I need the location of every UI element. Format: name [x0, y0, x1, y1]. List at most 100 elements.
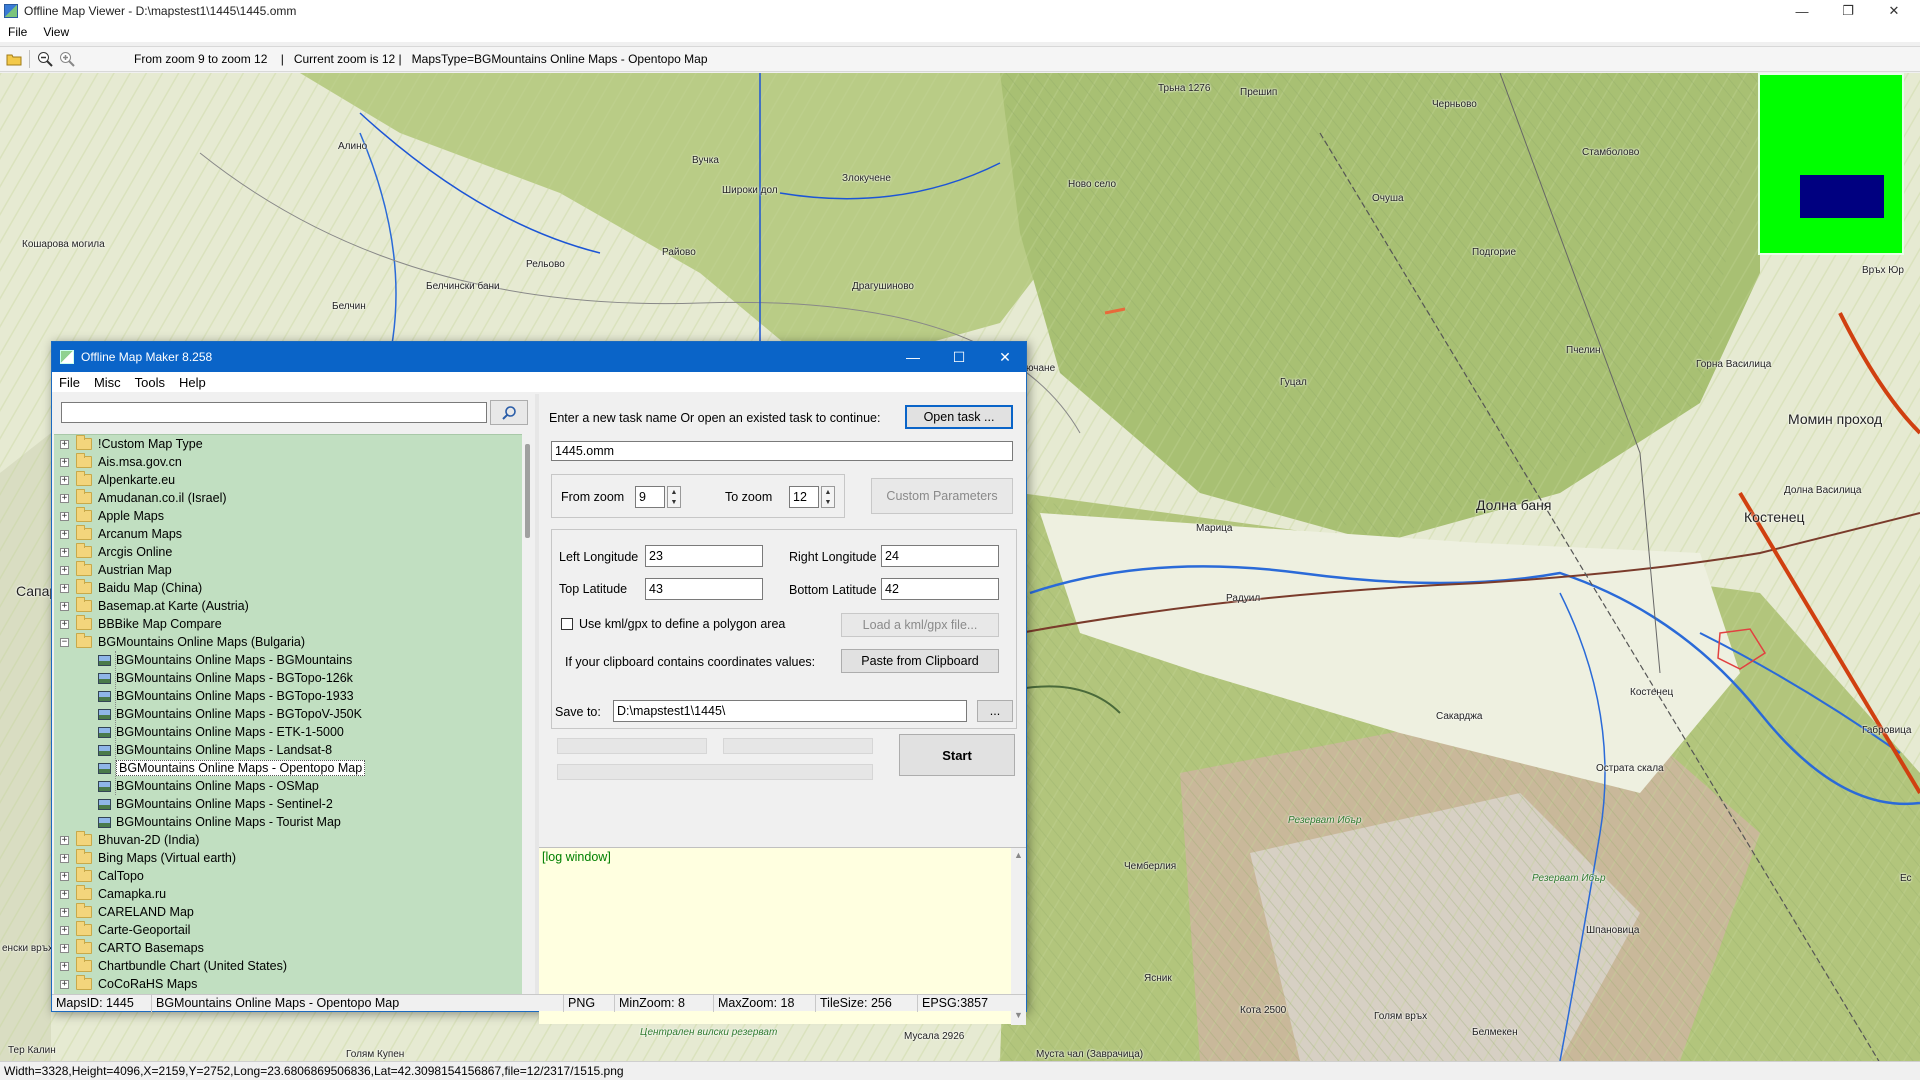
- tree-item-label: BGMountains Online Maps - Tourist Map: [116, 815, 341, 829]
- overview-viewport-rect[interactable]: [1800, 175, 1884, 218]
- tree-item[interactable]: + Ais.msa.gov.cn: [54, 453, 522, 471]
- expand-icon[interactable]: +: [60, 943, 69, 953]
- to-zoom-spinner[interactable]: ▲ ▼: [821, 486, 835, 508]
- kml-polygon-checkbox[interactable]: [561, 618, 573, 630]
- tree-item[interactable]: + CARELAND Map: [54, 903, 522, 921]
- expand-icon[interactable]: +: [60, 907, 69, 917]
- menu-view[interactable]: View: [35, 25, 77, 39]
- start-button[interactable]: Start: [899, 734, 1015, 776]
- expand-icon[interactable]: +: [60, 853, 69, 863]
- browse-button[interactable]: ...: [977, 700, 1013, 722]
- tree-item[interactable]: + BBBike Map Compare: [54, 615, 522, 633]
- tree-child-item[interactable]: BGMountains Online Maps - ETK-1-5000: [54, 723, 522, 741]
- expand-icon[interactable]: +: [60, 529, 69, 539]
- tree-item[interactable]: + Baidu Map (China): [54, 579, 522, 597]
- tree-item[interactable]: + CalTopo: [54, 867, 522, 885]
- tree-item[interactable]: + Arcanum Maps: [54, 525, 522, 543]
- spin-down-icon[interactable]: ▼: [822, 497, 834, 507]
- expand-icon[interactable]: +: [60, 871, 69, 881]
- dialog-menu-misc[interactable]: Misc: [87, 375, 128, 390]
- dialog-menu-help[interactable]: Help: [172, 375, 213, 390]
- tree-child-item-selected[interactable]: BGMountains Online Maps - Opentopo Map: [54, 759, 522, 777]
- tree-child-item[interactable]: BGMountains Online Maps - BGMountains: [54, 651, 522, 669]
- tree-item[interactable]: + Bing Maps (Virtual earth): [54, 849, 522, 867]
- scroll-up-icon[interactable]: ▲: [1014, 850, 1023, 860]
- bottom-latitude-input[interactable]: 42: [881, 578, 999, 600]
- map-icon: [98, 690, 111, 702]
- from-zoom-input[interactable]: 9: [635, 486, 665, 508]
- dialog-minimize-icon[interactable]: —: [890, 342, 936, 372]
- dialog-maximize-icon[interactable]: ☐: [936, 342, 982, 372]
- collapse-icon[interactable]: −: [60, 637, 69, 647]
- expand-icon[interactable]: +: [60, 511, 69, 521]
- from-zoom-spinner[interactable]: ▲ ▼: [667, 486, 681, 508]
- save-to-input[interactable]: D:\mapstest1\1445\: [613, 700, 967, 722]
- expand-icon[interactable]: +: [60, 583, 69, 593]
- menu-file[interactable]: File: [0, 25, 35, 39]
- tree-item[interactable]: + Camapka.ru: [54, 885, 522, 903]
- search-button[interactable]: [490, 400, 528, 425]
- spin-down-icon[interactable]: ▼: [668, 497, 680, 507]
- tree-child-item[interactable]: BGMountains Online Maps - Landsat-8: [54, 741, 522, 759]
- expand-icon[interactable]: +: [60, 889, 69, 899]
- left-longitude-input[interactable]: 23: [645, 545, 763, 567]
- right-longitude-input[interactable]: 24: [881, 545, 999, 567]
- tree-item-expanded[interactable]: − BGMountains Online Maps (Bulgaria): [54, 633, 522, 651]
- folder-open-icon[interactable]: [3, 48, 25, 70]
- expand-icon[interactable]: +: [60, 601, 69, 611]
- tree-child-item[interactable]: BGMountains Online Maps - BGTopo-1933: [54, 687, 522, 705]
- custom-parameters-button[interactable]: Custom Parameters: [871, 478, 1013, 514]
- tree-item[interactable]: + Arcgis Online: [54, 543, 522, 561]
- expand-icon[interactable]: +: [60, 961, 69, 971]
- spin-up-icon[interactable]: ▲: [668, 487, 680, 497]
- map-search-input[interactable]: [61, 402, 487, 423]
- open-task-button[interactable]: Open task ...: [905, 405, 1013, 429]
- tree-child-item[interactable]: BGMountains Online Maps - OSMap: [54, 777, 522, 795]
- tree-item[interactable]: + CARTO Basemaps: [54, 939, 522, 957]
- tree-scrollbar[interactable]: [522, 434, 535, 994]
- tree-item[interactable]: + Carte-Geoportail: [54, 921, 522, 939]
- map-type-tree[interactable]: + !Custom Map Type + Ais.msa.gov.cn + Alpen…: [54, 434, 522, 994]
- restore-icon[interactable]: ❐: [1828, 0, 1868, 22]
- tree-item[interactable]: + Chartbundle Chart (United States): [54, 957, 522, 975]
- tree-item[interactable]: + Apple Maps: [54, 507, 522, 525]
- expand-icon[interactable]: +: [60, 565, 69, 575]
- tree-item[interactable]: + Austrian Map: [54, 561, 522, 579]
- expand-icon[interactable]: +: [60, 493, 69, 503]
- to-zoom-input[interactable]: 12: [789, 486, 819, 508]
- dialog-menu-file[interactable]: File: [52, 375, 87, 390]
- expand-icon[interactable]: +: [60, 547, 69, 557]
- expand-icon[interactable]: +: [60, 439, 69, 449]
- tree-item[interactable]: + Alpenkarte.eu: [54, 471, 522, 489]
- tree-item[interactable]: + !Custom Map Type: [54, 435, 522, 453]
- expand-icon[interactable]: +: [60, 925, 69, 935]
- tree-child-item[interactable]: BGMountains Online Maps - BGTopoV-J50K: [54, 705, 522, 723]
- tree-item[interactable]: + Amudanan.co.il (Israel): [54, 489, 522, 507]
- tree-item[interactable]: + Basemap.at Karte (Austria): [54, 597, 522, 615]
- expand-icon[interactable]: +: [60, 619, 69, 629]
- expand-icon[interactable]: +: [60, 457, 69, 467]
- tree-scroll-thumb[interactable]: [525, 444, 530, 538]
- tree-item[interactable]: + CoCoRaHS Maps: [54, 975, 522, 993]
- expand-icon[interactable]: +: [60, 979, 69, 989]
- expand-icon[interactable]: +: [60, 475, 69, 485]
- close-icon[interactable]: ✕: [1874, 0, 1914, 22]
- tree-child-item[interactable]: BGMountains Online Maps - Tourist Map: [54, 813, 522, 831]
- top-latitude-input[interactable]: 43: [645, 578, 763, 600]
- task-name-input[interactable]: 1445.omm: [551, 441, 1013, 461]
- expand-icon[interactable]: +: [60, 835, 69, 845]
- dialog-close-icon[interactable]: ✕: [982, 342, 1028, 372]
- paste-clipboard-button[interactable]: Paste from Clipboard: [841, 649, 999, 673]
- map-label: Алино: [338, 141, 368, 152]
- load-kml-button[interactable]: Load a kml/gpx file...: [841, 613, 999, 637]
- dialog-menu-tools[interactable]: Tools: [128, 375, 172, 390]
- minimize-icon[interactable]: —: [1782, 0, 1822, 22]
- tree-child-item[interactable]: BGMountains Online Maps - Sentinel-2: [54, 795, 522, 813]
- tree-item[interactable]: + Bhuvan-2D (India): [54, 831, 522, 849]
- map-label: Подгорие: [1472, 247, 1517, 258]
- zoom-out-icon[interactable]: [34, 48, 56, 70]
- overview-minimap[interactable]: [1758, 73, 1904, 255]
- tree-child-item[interactable]: BGMountains Online Maps - BGTopo-126k: [54, 669, 522, 687]
- spin-up-icon[interactable]: ▲: [822, 487, 834, 497]
- zoom-in-icon[interactable]: [56, 48, 78, 70]
